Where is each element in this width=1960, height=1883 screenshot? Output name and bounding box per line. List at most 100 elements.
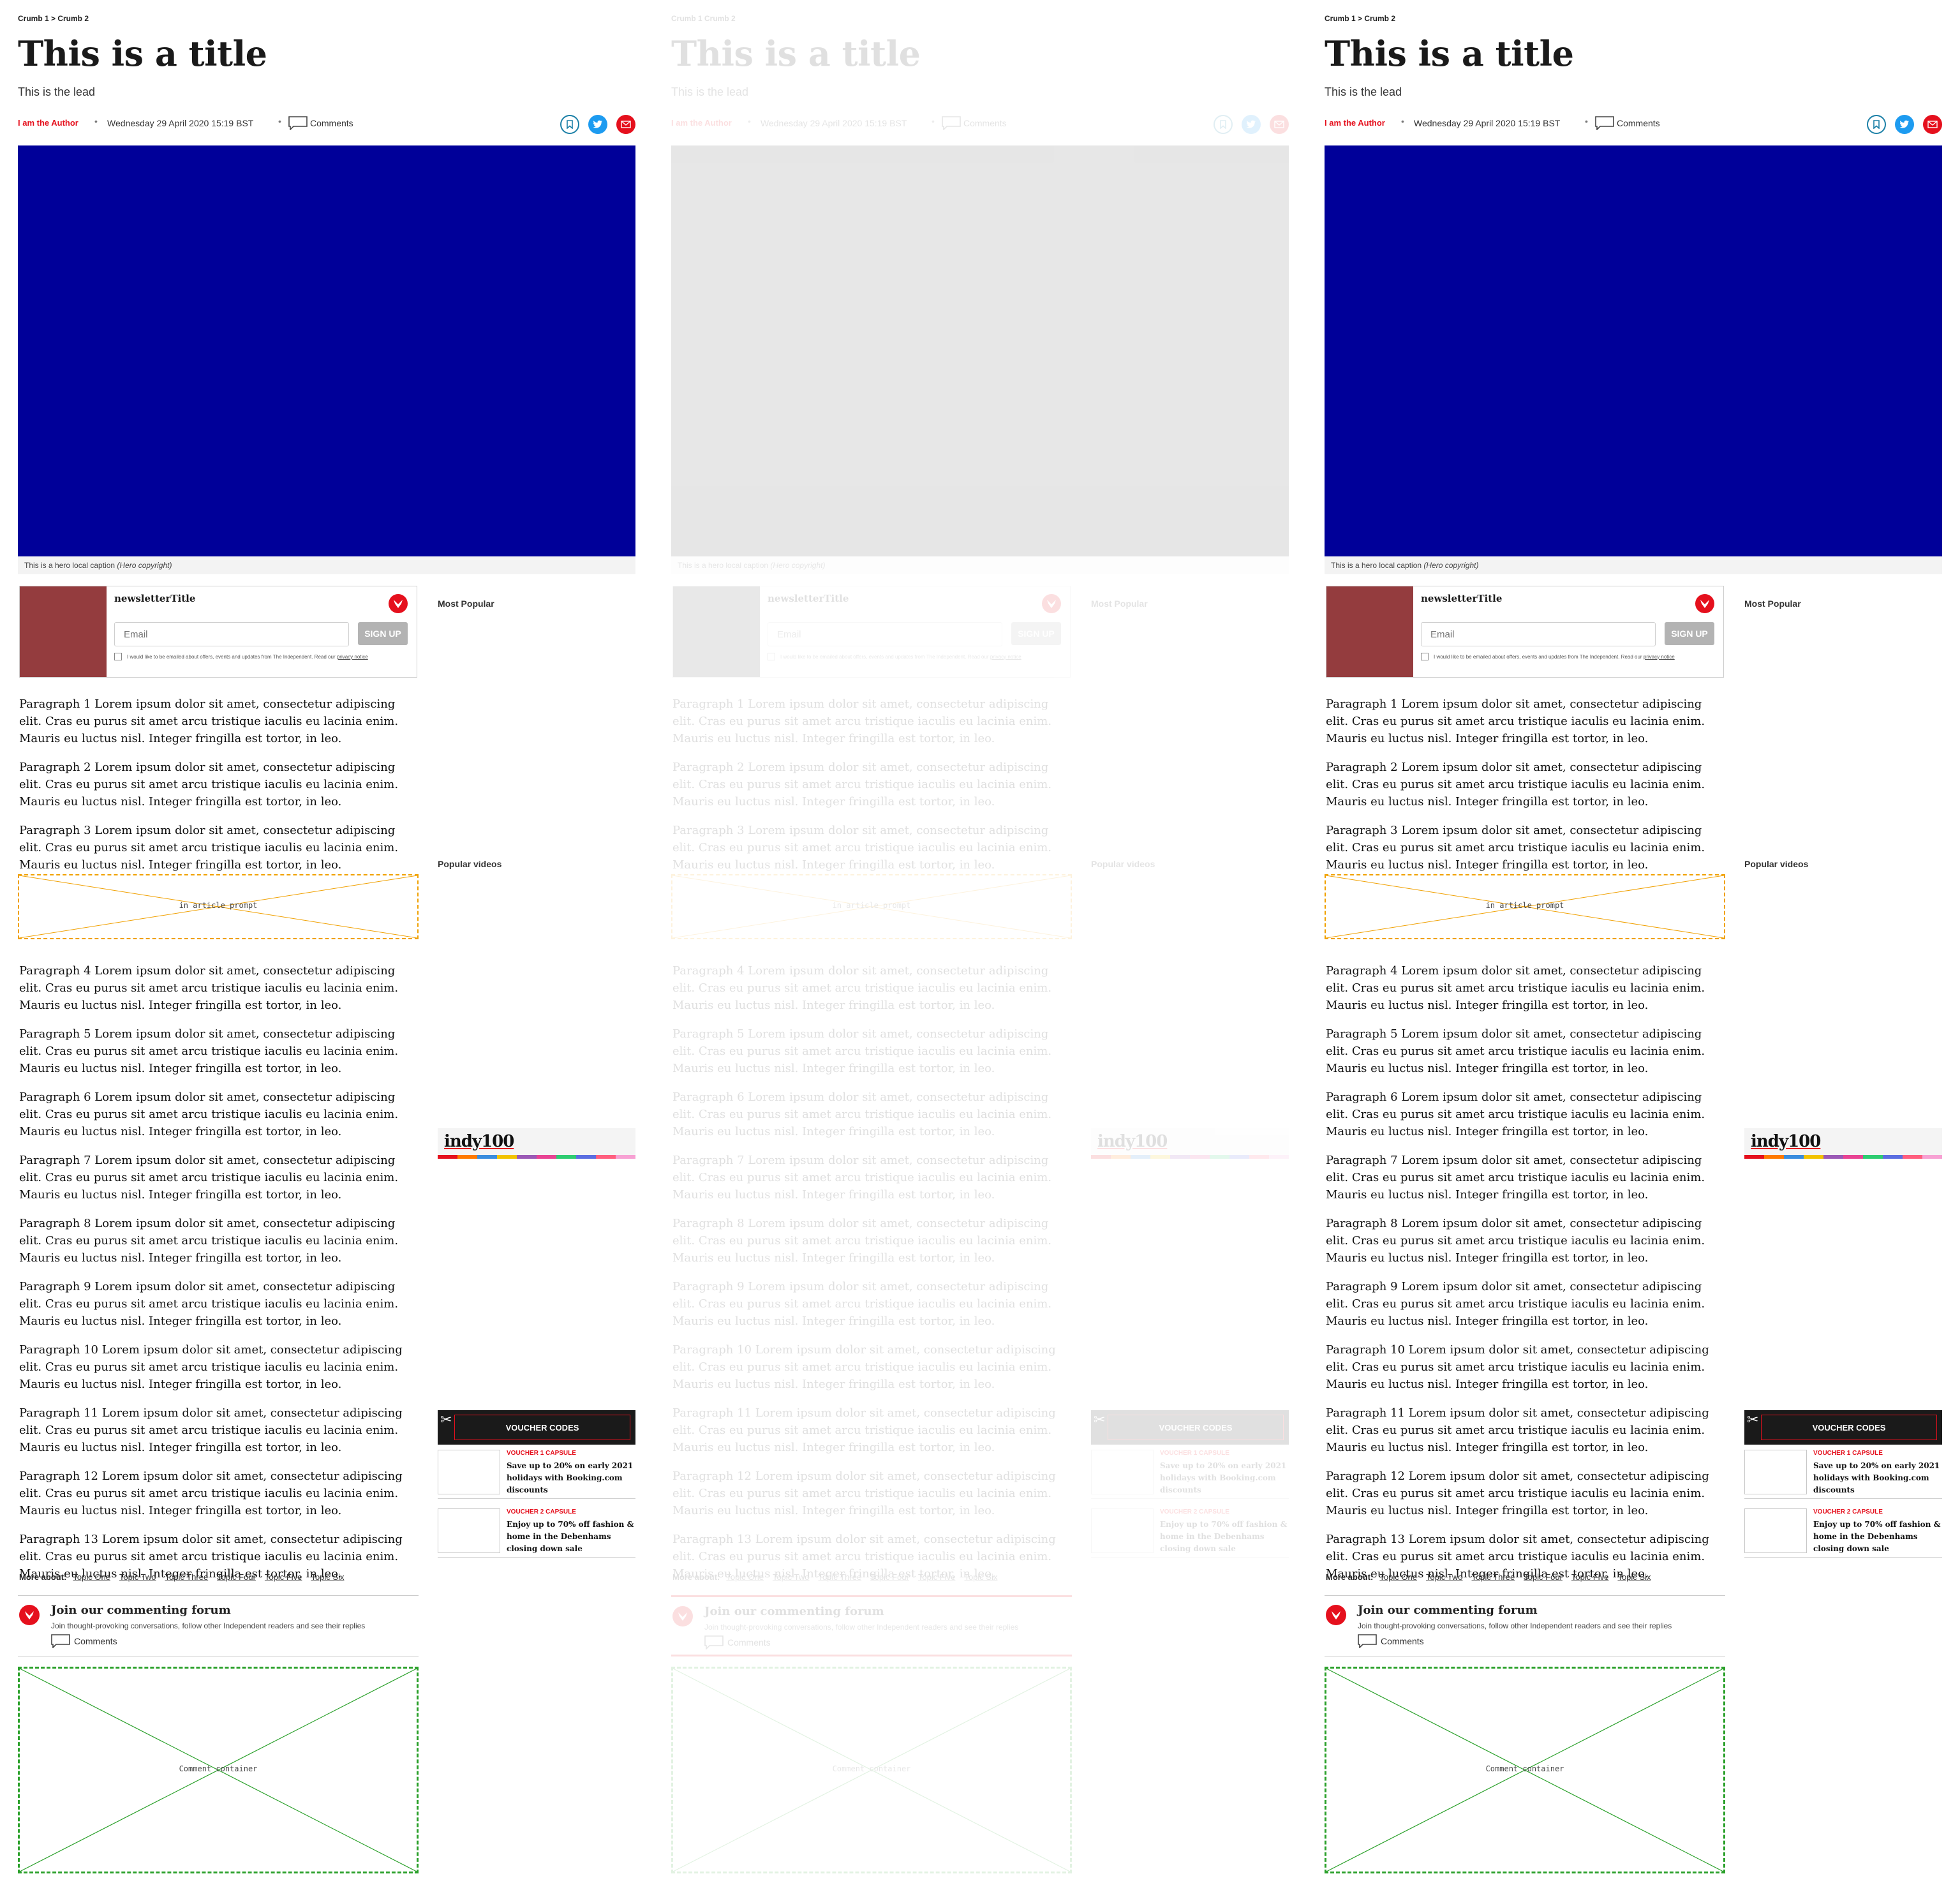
topic-link[interactable]: Topic One (726, 1572, 764, 1582)
comments-link[interactable]: Comments (1595, 116, 1660, 130)
comments-label: Comments (1617, 118, 1660, 128)
hero-caption: This is a hero local caption (Hero copyr… (671, 556, 1289, 574)
share-buttons (560, 115, 635, 134)
topic-link[interactable]: Topic One (73, 1572, 110, 1582)
twitter-share-button[interactable] (588, 115, 607, 134)
stripe-segment (1804, 1155, 1823, 1159)
topic-link[interactable]: Topic Three (1472, 1572, 1515, 1582)
twitter-share-button[interactable] (1895, 115, 1914, 134)
commenting-forum-promo[interactable]: Join our commenting forum Join thought-pr… (1325, 1595, 1725, 1656)
signup-button[interactable]: SIGN UP (1011, 622, 1061, 645)
consent-checkbox[interactable] (114, 653, 122, 660)
voucher-item[interactable]: VOUCHER 1 CAPSULE Save up to 20% on early… (1091, 1447, 1289, 1499)
topic-link[interactable]: Topic Five (265, 1572, 302, 1582)
comment-icon (942, 116, 961, 130)
author-link[interactable]: I am the Author (18, 118, 78, 128)
topic-link[interactable]: Topic Two (773, 1572, 810, 1582)
stripe-segment (556, 1155, 576, 1159)
privacy-link[interactable]: privacy notice (1644, 654, 1675, 660)
topic-link[interactable]: Topic Five (918, 1572, 956, 1582)
email-share-button[interactable] (1270, 115, 1289, 134)
topic-link[interactable]: Topic Four (1524, 1572, 1563, 1582)
article-paragraph: Paragraph 10 Lorem ipsum dolor sit amet,… (1326, 1343, 1709, 1391)
topic-link[interactable]: Topic Three (165, 1572, 209, 1582)
signup-button[interactable]: SIGN UP (1665, 622, 1714, 645)
bookmark-button[interactable] (1867, 115, 1886, 134)
voucher-item[interactable]: VOUCHER 1 CAPSULE Save up to 20% on early… (1744, 1447, 1942, 1499)
topic-link[interactable]: Topic Five (1571, 1572, 1609, 1582)
voucher-item[interactable]: VOUCHER 2 CAPSULE Enjoy up to 70% off fas… (1091, 1506, 1289, 1558)
stripe-segment (1784, 1155, 1804, 1159)
email-field[interactable] (768, 622, 1002, 646)
commenting-forum-promo[interactable]: Join our commenting forum Join thought-pr… (671, 1595, 1072, 1656)
caption-text: This is a hero local caption (24, 561, 115, 570)
topic-link[interactable]: Topic Six (311, 1572, 344, 1582)
indy100-widget[interactable]: indy100 (438, 1128, 635, 1160)
voucher-item[interactable]: VOUCHER 2 CAPSULE Enjoy up to 70% off fas… (438, 1506, 635, 1558)
hero-caption: This is a hero local caption (Hero copyr… (1325, 556, 1942, 574)
topic-link[interactable]: Topic Six (1617, 1572, 1651, 1582)
separator-dot: • (748, 116, 751, 126)
consent-checkbox[interactable] (1421, 653, 1429, 660)
indy100-widget[interactable]: indy100 (1091, 1128, 1289, 1160)
topic-link[interactable]: Topic Two (119, 1572, 156, 1582)
consent-checkbox[interactable] (768, 653, 775, 660)
twitter-icon (1899, 120, 1909, 128)
article-paragraph: Paragraph 4 Lorem ipsum dolor sit amet, … (19, 964, 399, 1012)
bookmark-button[interactable] (1214, 115, 1233, 134)
author-link[interactable]: I am the Author (671, 118, 732, 128)
email-icon (1274, 121, 1284, 128)
more-about-topics: More about: Topic One Topic Two Topic Three… (672, 1572, 1006, 1582)
caption-text: This is a hero local caption (1331, 561, 1422, 570)
topic-link[interactable]: Topic Four (217, 1572, 256, 1582)
forum-comments-link[interactable]: Comments (51, 1634, 117, 1648)
email-field[interactable] (1421, 622, 1656, 646)
breadcrumb[interactable]: Crumb 1 > Crumb 2 (18, 14, 89, 23)
email-share-button[interactable] (1923, 115, 1942, 134)
comments-label: Comments (963, 118, 1007, 128)
commenting-forum-promo[interactable]: Join our commenting forum Join thought-pr… (18, 1595, 419, 1656)
twitter-share-button[interactable] (1242, 115, 1261, 134)
article-paragraph: Paragraph 5 Lorem ipsum dolor sit amet, … (672, 1027, 1052, 1075)
article-paragraph: Paragraph 6 Lorem ipsum dolor sit amet, … (672, 1090, 1052, 1138)
forum-subtitle: Join thought-provoking conversations, fo… (1358, 1621, 1672, 1630)
forum-subtitle: Join thought-provoking conversations, fo… (704, 1623, 1019, 1632)
in-article-prompt: in article prompt (1325, 874, 1725, 939)
voucher-label: VOUCHER 1 CAPSULE (507, 1450, 576, 1457)
comments-link[interactable]: Comments (288, 116, 353, 130)
independent-eagle-icon (672, 1606, 693, 1626)
privacy-link[interactable]: privacy notice (337, 654, 368, 660)
voucher-codes-header[interactable]: ✂ VOUCHER CODES (1091, 1410, 1289, 1445)
privacy-link[interactable]: privacy notice (990, 654, 1021, 660)
voucher-description: Save up to 20% on early 2021 holidays wi… (1813, 1461, 1940, 1494)
email-field[interactable] (114, 622, 349, 646)
more-about-topics: More about: Topic One Topic Two Topic Three… (19, 1572, 353, 1582)
forum-comments-link[interactable]: Comments (1358, 1634, 1424, 1648)
topic-link[interactable]: Topic Four (870, 1572, 909, 1582)
voucher-codes-header[interactable]: ✂ VOUCHER CODES (438, 1410, 635, 1445)
caption-text: This is a hero local caption (678, 561, 769, 570)
bookmark-button[interactable] (560, 115, 579, 134)
voucher-image (438, 1508, 500, 1553)
indy100-widget[interactable]: indy100 (1744, 1128, 1942, 1160)
topic-link[interactable]: Topic Three (819, 1572, 862, 1582)
newsletter-signup: newsletterTitle SIGN UP I would like to be… (672, 586, 1071, 678)
page-title: This is a title (1325, 33, 1574, 74)
voucher-item[interactable]: VOUCHER 2 CAPSULE Enjoy up to 70% off fas… (1744, 1506, 1942, 1558)
author-link[interactable]: I am the Author (1325, 118, 1385, 128)
breadcrumb[interactable]: Crumb 1 Crumb 2 (671, 14, 736, 23)
scissors-icon: ✂ (1094, 1411, 1106, 1427)
signup-button[interactable]: SIGN UP (358, 622, 408, 645)
comments-link[interactable]: Comments (942, 116, 1007, 130)
indy100-stripe (1091, 1155, 1289, 1159)
topic-link[interactable]: Topic Two (1426, 1572, 1463, 1582)
voucher-codes-header[interactable]: ✂ VOUCHER CODES (1744, 1410, 1942, 1445)
indy100-logo: indy100 (444, 1132, 514, 1151)
topic-link[interactable]: Topic One (1379, 1572, 1417, 1582)
topic-link[interactable]: Topic Six (964, 1572, 997, 1582)
email-share-button[interactable] (616, 115, 635, 134)
voucher-item[interactable]: VOUCHER 1 CAPSULE Save up to 20% on early… (438, 1447, 635, 1499)
breadcrumb[interactable]: Crumb 1 > Crumb 2 (1325, 14, 1395, 23)
forum-comments-link[interactable]: Comments (704, 1635, 771, 1649)
share-buttons (1867, 115, 1942, 134)
